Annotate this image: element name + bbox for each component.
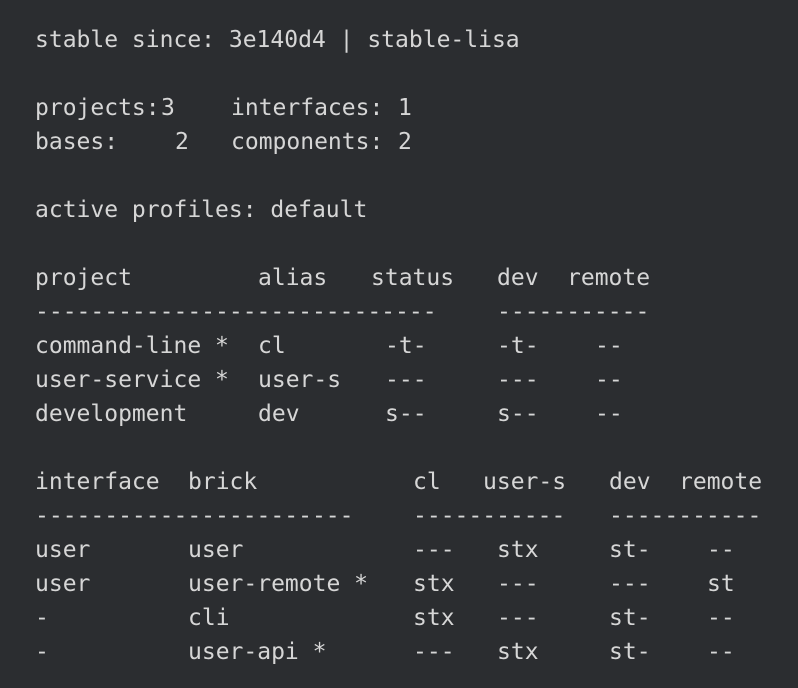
brick-remote: st — [707, 571, 735, 597]
project-dev: s-- — [497, 401, 539, 427]
project-remote: -- — [595, 333, 623, 359]
project-name: development — [35, 401, 188, 427]
stable-since-line: stable since: 3e140d4 | stable-lisa — [35, 27, 520, 53]
brick-name: cli — [188, 605, 230, 631]
col-header-brick: brick — [188, 469, 258, 495]
components-count: 2 — [398, 129, 412, 155]
project-status: -t- — [385, 333, 427, 359]
project-alias: dev — [258, 401, 300, 427]
col-header-project: project — [35, 265, 132, 291]
interfaces-label: interfaces: — [231, 95, 384, 121]
bricks-table-separator: ----------------------- ----------- ----… — [35, 499, 775, 533]
table-row: user-service * user-s --- --- -- — [35, 363, 775, 397]
projects-table-separator: ----------------------------- ----------… — [35, 295, 775, 329]
brick-interface: - — [35, 605, 49, 631]
table-row: development dev s-- s-- -- — [35, 397, 775, 431]
brick-dev: st- — [609, 639, 651, 665]
projects-label: projects: — [35, 95, 160, 121]
col-header-dev: dev — [609, 469, 651, 495]
projects-table-header: project alias status dev remote — [35, 261, 775, 295]
project-remote: -- — [595, 367, 623, 393]
brick-cl: --- — [413, 537, 455, 563]
col-header-status: status — [371, 265, 455, 291]
brick-cl: --- — [413, 639, 455, 665]
project-dev: --- — [497, 367, 539, 393]
table-row: user user-remote * stx --- --- st — [35, 567, 775, 601]
table-row: - cli stx --- st- -- — [35, 601, 775, 635]
summary-row-2: bases: 2 components: 2 — [35, 125, 775, 159]
col-header-dev: dev — [497, 265, 539, 291]
table-row: command-line * cl -t- -t- -- — [35, 329, 775, 363]
separator-left: ----------------------------- — [35, 299, 437, 325]
active-profiles-line: active profiles: default — [35, 197, 368, 223]
table-row: user user --- stx st- -- — [35, 533, 775, 567]
brick-remote: -- — [707, 605, 735, 631]
brick-cl: stx — [413, 571, 455, 597]
brick-user-s: --- — [497, 571, 539, 597]
brick-remote: -- — [707, 537, 735, 563]
bases-label: bases: — [35, 129, 119, 155]
brick-user-s: stx — [497, 639, 539, 665]
col-header-alias: alias — [258, 265, 328, 291]
interfaces-count: 1 — [398, 95, 412, 121]
col-header-remote: remote — [567, 265, 651, 291]
terminal-output: stable since: 3e140d4 | stable-lisa proj… — [35, 23, 775, 669]
brick-name: user — [188, 537, 244, 563]
project-remote: -- — [595, 401, 623, 427]
col-header-user-s: user-s — [483, 469, 567, 495]
col-header-remote: remote — [679, 469, 763, 495]
separator-right: ----------- — [497, 299, 650, 325]
brick-name: user-api * — [188, 639, 327, 665]
project-status: s-- — [385, 401, 427, 427]
col-header-cl: cl — [413, 469, 441, 495]
separator-left: ----------------------- — [35, 503, 354, 529]
brick-user-s: --- — [497, 605, 539, 631]
project-status: --- — [385, 367, 427, 393]
project-name: user-service * — [35, 367, 229, 393]
project-name: command-line * — [35, 333, 229, 359]
project-dev: -t- — [497, 333, 539, 359]
brick-interface: user — [35, 537, 91, 563]
brick-dev: st- — [609, 605, 651, 631]
brick-interface: user — [35, 571, 91, 597]
summary-row-1: projects: 3 interfaces: 1 — [35, 91, 775, 125]
project-alias: cl — [258, 333, 286, 359]
bases-count: 2 — [175, 129, 189, 155]
brick-interface: - — [35, 639, 49, 665]
separator-right: ----------- — [609, 503, 762, 529]
separator-mid: ----------- — [413, 503, 566, 529]
brick-cl: stx — [413, 605, 455, 631]
table-row: - user-api * --- stx st- -- — [35, 635, 775, 669]
col-header-interface: interface — [35, 469, 160, 495]
brick-remote: -- — [707, 639, 735, 665]
brick-dev: --- — [609, 571, 651, 597]
project-alias: user-s — [258, 367, 342, 393]
brick-name: user-remote * — [188, 571, 369, 597]
bricks-table-header: interface brick cl user-s dev remote — [35, 465, 775, 499]
components-label: components: — [231, 129, 384, 155]
brick-user-s: stx — [497, 537, 539, 563]
projects-count: 3 — [161, 95, 175, 121]
brick-dev: st- — [609, 537, 651, 563]
